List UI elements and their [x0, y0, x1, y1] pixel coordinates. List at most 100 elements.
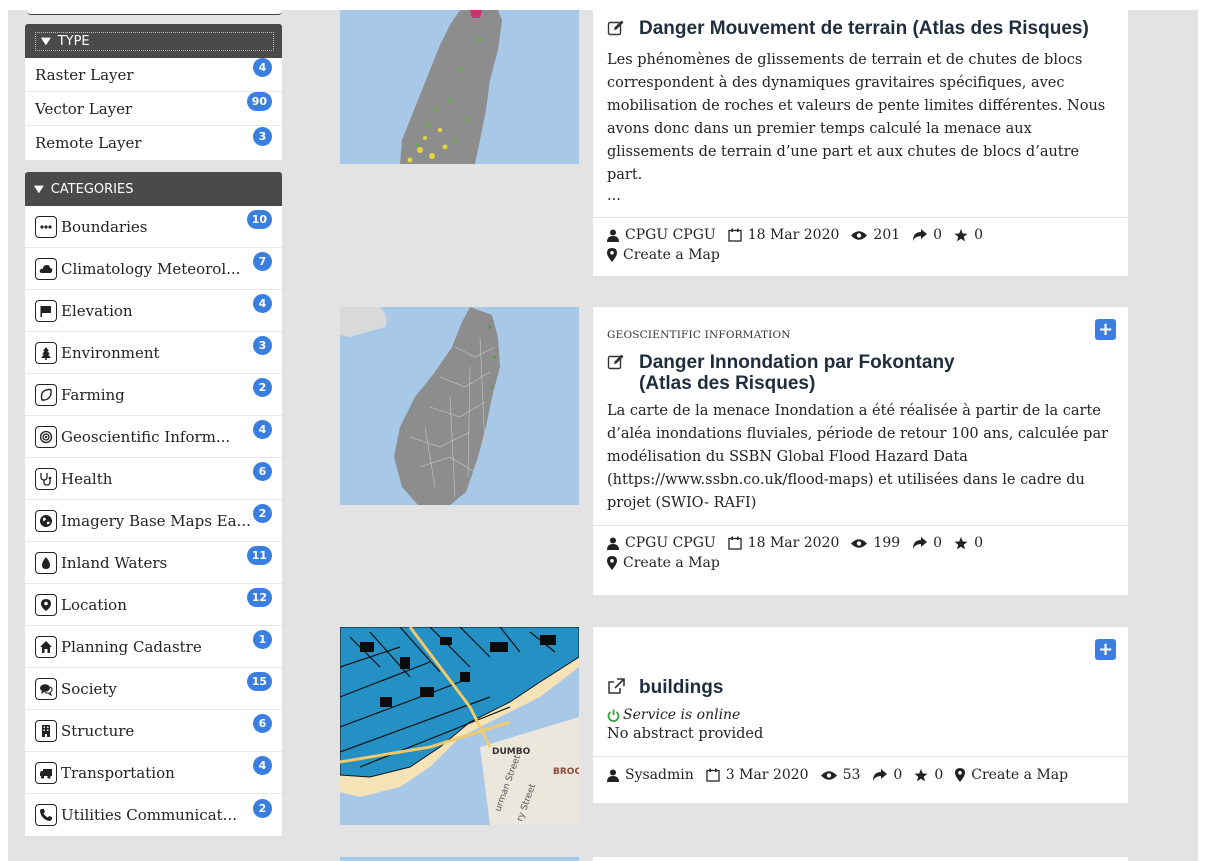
category-label: Inland Waters: [61, 553, 168, 572]
edit-icon: [607, 352, 629, 394]
building-icon: [35, 719, 57, 742]
layer-title-link[interactable]: buildings: [607, 677, 1114, 701]
category-label: Health: [61, 469, 113, 488]
count-badge: 4: [253, 420, 272, 439]
category-label: Imagery Base Maps Ea...: [61, 511, 251, 530]
category-item-imagery[interactable]: Imagery Base Maps Ea... 2: [25, 500, 282, 542]
count-badge: 2: [253, 798, 272, 818]
facet-item-label: Vector Layer: [35, 99, 133, 118]
owner-link[interactable]: CPGU CPGU: [625, 535, 716, 551]
add-to-map-button[interactable]: +: [1095, 319, 1116, 340]
star-icon: [954, 228, 968, 241]
star-icon: [954, 536, 968, 549]
category-item-structure[interactable]: Structure 6: [25, 710, 282, 752]
rating-value: 0: [974, 227, 983, 243]
category-item-elevation[interactable]: Elevation 4: [25, 290, 282, 332]
globe-icon: [35, 509, 57, 532]
user-icon: [607, 229, 619, 242]
count-badge: 3: [253, 126, 272, 146]
owner-link[interactable]: CPGU CPGU: [625, 227, 716, 243]
layer-title-link[interactable]: Danger Innondation par Fokontany (Atlas …: [607, 352, 1114, 394]
edit-icon: [607, 18, 629, 42]
view-count: 201: [873, 227, 901, 243]
facet-item-vector-layer[interactable]: Vector Layer 90: [25, 92, 282, 126]
count-badge: 4: [253, 294, 272, 313]
layer-date: 18 Mar 2020: [747, 227, 840, 243]
category-item-location[interactable]: Location 12: [25, 584, 282, 626]
eye-icon: [820, 770, 837, 780]
create-map-label: Create a Map: [971, 767, 1069, 783]
share-icon: [913, 536, 928, 549]
star-icon: [914, 768, 928, 781]
facet-header-categories[interactable]: ▼ CATEGORIES: [25, 172, 282, 206]
layer-thumbnail[interactable]: [340, 10, 579, 164]
category-item-society[interactable]: Society 15: [25, 668, 282, 710]
previous-facet-bottom: [27, 10, 282, 15]
external-link-icon: [607, 677, 629, 701]
target-icon: [35, 425, 57, 448]
category-item-climatology[interactable]: Climatology Meteorol... 7: [25, 248, 282, 290]
layer-card: [593, 857, 1128, 861]
phone-icon: [35, 804, 57, 826]
user-icon: [607, 769, 619, 782]
facet-item-remote-layer[interactable]: Remote Layer 3: [25, 126, 282, 160]
category-item-health[interactable]: Health 6: [25, 458, 282, 500]
layer-thumbnail[interactable]: [340, 307, 579, 505]
category-label: Geoscientific Inform...: [61, 427, 231, 446]
facet-header-label: TYPE: [57, 33, 90, 49]
count-badge: 4: [253, 756, 272, 775]
category-item-planning-cadastre[interactable]: Planning Cadastre 1: [25, 626, 282, 668]
cloud-icon: [35, 257, 57, 280]
eye-icon: [851, 230, 868, 240]
map-marker-icon: [955, 768, 966, 782]
sidebar-filters: ▼ TYPE Raster Layer 4 Vector Layer 90 Re…: [25, 10, 282, 836]
layer-title: Danger Mouvement de terrain (Atlas des R…: [639, 18, 1089, 39]
truck-icon: [35, 761, 57, 784]
eye-icon: [851, 538, 868, 548]
rating-value: 0: [934, 767, 944, 783]
category-label: Climatology Meteorol...: [61, 259, 241, 278]
count-badge: 12: [246, 588, 272, 607]
category-item-transportation[interactable]: Transportation 4: [25, 752, 282, 794]
category-item-inland-waters[interactable]: Inland Waters 11: [25, 542, 282, 584]
stethoscope-icon: [35, 467, 57, 490]
category-item-geoscientific[interactable]: Geoscientific Inform... 4: [25, 416, 282, 458]
map-marker-icon: [607, 248, 617, 262]
category-item-boundaries[interactable]: Boundaries 10: [25, 206, 282, 248]
layer-thumbnail[interactable]: DUMBO BROC urman Street ry Street: [340, 627, 579, 825]
category-label: Location: [61, 595, 127, 614]
layer-thumbnail[interactable]: [340, 857, 579, 861]
layer-meta: Sysadmin 3 Mar 2020 53 0 0 Create a Map: [607, 767, 1114, 783]
map-thumbnail-image: DUMBO BROC urman Street ry Street: [340, 627, 579, 825]
layer-abstract: La carte de la menace Inondation a été r…: [607, 403, 1109, 511]
category-item-utilities[interactable]: Utilities Communicat... 2: [25, 794, 282, 836]
category-label: Planning Cadastre: [61, 637, 202, 656]
owner-link[interactable]: Sysadmin: [625, 767, 694, 783]
category-label: Society: [61, 679, 117, 698]
layer-title-link[interactable]: Danger Mouvement de terrain (Atlas des R…: [607, 18, 1114, 42]
category-label: Environment: [61, 343, 160, 362]
map-marker-icon: [607, 556, 617, 570]
category-item-environment[interactable]: Environment 3: [25, 332, 282, 374]
calendar-icon: [728, 228, 742, 242]
count-badge: 2: [253, 378, 272, 397]
map-thumbnail-image: [340, 307, 579, 505]
share-icon: [873, 768, 888, 781]
layer-card: Danger Mouvement de terrain (Atlas des R…: [593, 10, 1128, 276]
category-label: Utilities Communicat...: [61, 806, 237, 824]
facet-header-type[interactable]: ▼ TYPE: [25, 24, 282, 58]
category-label: Boundaries: [61, 217, 148, 236]
map-label-broc: BROC: [553, 767, 579, 777]
layer-title: Danger Innondation par Fokontany (Atlas …: [639, 352, 955, 394]
count-badge: 6: [253, 462, 272, 481]
category-item-farming[interactable]: Farming 2: [25, 374, 282, 416]
category-label: Structure: [61, 721, 135, 740]
layer-abstract: No abstract provided: [607, 726, 764, 742]
add-to-map-button[interactable]: +: [1095, 639, 1116, 660]
facet-item-raster-layer[interactable]: Raster Layer 4: [25, 58, 282, 92]
create-map-link[interactable]: Create a Map: [607, 555, 1114, 571]
create-map-link[interactable]: Create a Map: [607, 247, 1114, 263]
count-badge: 7: [253, 252, 272, 271]
create-map-link[interactable]: Create a Map: [955, 767, 1068, 783]
facet-list-type: Raster Layer 4 Vector Layer 90 Remote La…: [25, 58, 282, 160]
